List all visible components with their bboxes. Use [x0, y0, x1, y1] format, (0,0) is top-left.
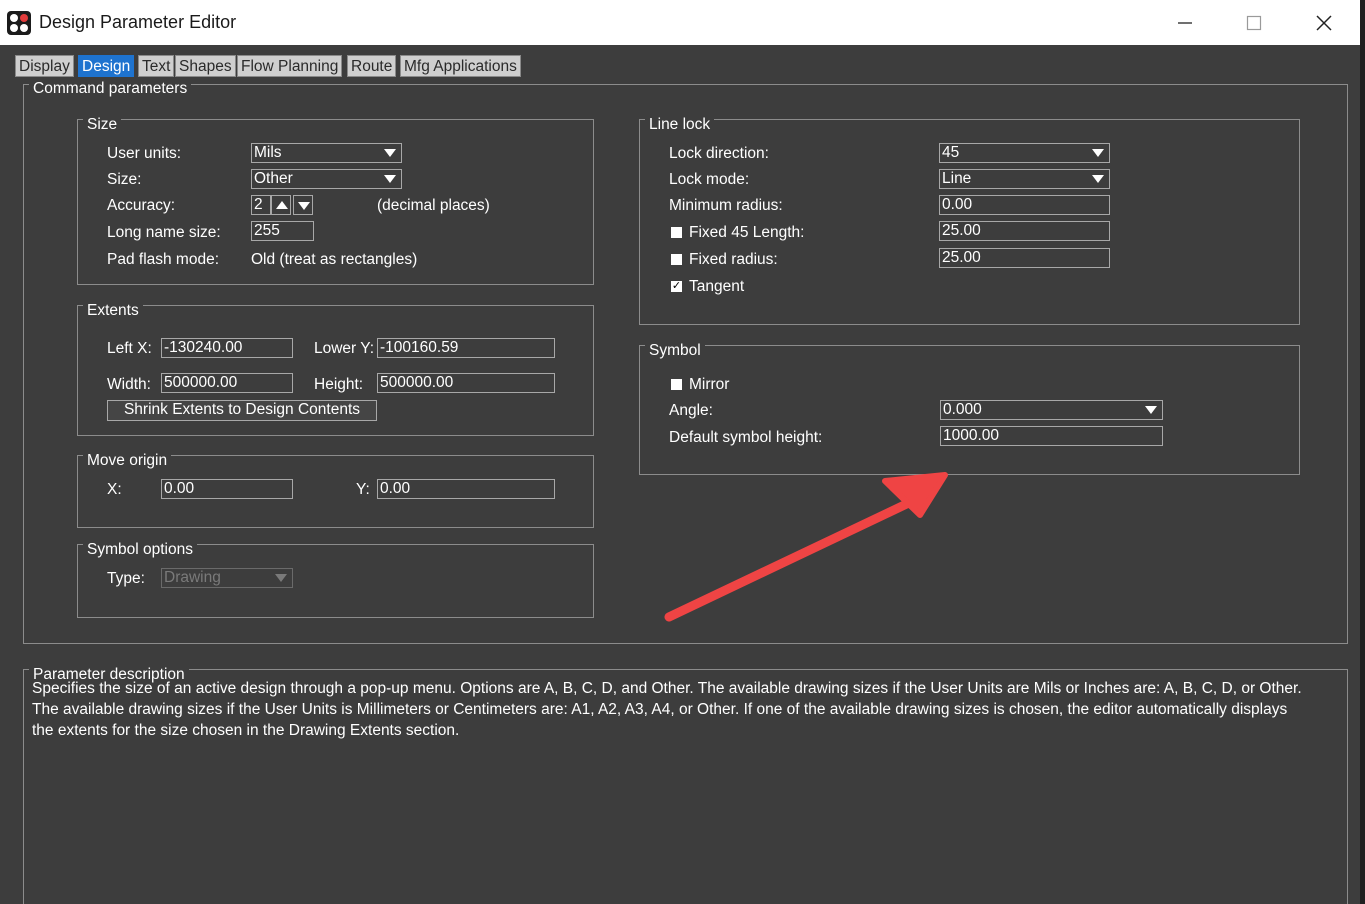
lock-direction-label: Lock direction: [669, 145, 769, 162]
origin-x-input[interactable]: 0.00 [161, 479, 293, 499]
origin-x-label: X: [107, 481, 122, 498]
size-group-label: Size [83, 116, 122, 134]
width-input[interactable]: 500000.00 [161, 373, 293, 393]
checkmark-icon: ✓ [671, 280, 682, 292]
mirror-label: Mirror [689, 376, 730, 393]
tab-display[interactable]: Display [15, 55, 74, 77]
mirror-checkbox[interactable] [671, 379, 682, 390]
origin-y-input[interactable]: 0.00 [377, 479, 555, 499]
shrink-extents-button[interactable]: Shrink Extents to Design Contents [107, 400, 377, 421]
user-units-value: Mils [254, 144, 282, 161]
lock-direction-value: 45 [942, 144, 960, 161]
chevron-down-icon [275, 574, 287, 582]
description-line: The available drawing sizes if the User … [32, 701, 1288, 718]
fixed-45-length-label: Fixed 45 Length: [689, 224, 805, 241]
maximize-button[interactable] [1219, 0, 1289, 45]
height-input[interactable]: 500000.00 [377, 373, 555, 393]
tab-flow-planning[interactable]: Flow Planning [237, 55, 343, 77]
accuracy-input[interactable]: 2 [251, 195, 271, 215]
arrow-up-icon [276, 201, 288, 209]
height-label: Height: [314, 376, 364, 393]
chevron-down-icon [1092, 175, 1104, 183]
arrow-down-icon [298, 202, 310, 210]
symbol-type-label: Type: [107, 570, 145, 587]
pad-flash-mode-value: Old (treat as rectangles) [251, 251, 418, 268]
left-x-label: Left X: [107, 340, 152, 357]
parameter-description-text: Specifies the size of an active design t… [32, 678, 1342, 741]
tab-design[interactable]: Design [78, 55, 135, 77]
symbol-type-select[interactable]: Drawing [161, 568, 293, 588]
minimum-radius-label: Minimum radius: [669, 197, 783, 214]
accuracy-decrement-button[interactable] [293, 195, 313, 215]
close-icon [1316, 14, 1332, 31]
description-line: Specifies the size of an active design t… [32, 680, 1302, 697]
chevron-down-icon [1145, 406, 1157, 414]
chevron-down-icon [384, 149, 396, 157]
fixed-45-length-checkbox[interactable] [671, 227, 682, 238]
chevron-down-icon [1092, 149, 1104, 157]
symbol-group-label: Symbol [645, 342, 705, 360]
lower-y-label: Lower Y: [314, 340, 375, 357]
annotation-arrow-icon [664, 472, 948, 622]
fixed-radius-checkbox[interactable] [671, 254, 682, 265]
default-symbol-height-label: Default symbol height: [669, 429, 823, 446]
description-line: the extents for the size chosen in the D… [32, 722, 460, 739]
fixed-45-length-input[interactable]: 25.00 [939, 221, 1110, 241]
lock-mode-value: Line [942, 170, 972, 187]
tab-text[interactable]: Text [138, 55, 175, 77]
accuracy-suffix: (decimal places) [377, 197, 490, 214]
lock-mode-select[interactable]: Line [939, 169, 1110, 189]
size-value: Other [254, 170, 293, 187]
symbol-options-group-label: Symbol options [83, 541, 197, 559]
fixed-radius-label: Fixed radius: [689, 251, 778, 268]
chevron-down-icon [384, 175, 396, 183]
long-name-size-label: Long name size: [107, 224, 221, 241]
close-button[interactable] [1289, 0, 1359, 45]
window-edge [1360, 0, 1365, 904]
default-symbol-height-input[interactable]: 1000.00 [940, 426, 1163, 446]
tangent-label: Tangent [689, 278, 745, 295]
angle-label: Angle: [669, 402, 713, 419]
tab-shapes[interactable]: Shapes [175, 55, 236, 77]
lock-direction-select[interactable]: 45 [939, 143, 1110, 163]
window-title: Design Parameter Editor [39, 12, 237, 32]
size-select[interactable]: Other [251, 169, 402, 189]
lock-mode-label: Lock mode: [669, 171, 750, 188]
size-label: Size: [107, 171, 142, 188]
app-icon [7, 11, 31, 35]
tangent-checkbox[interactable]: ✓ [671, 281, 682, 292]
move-origin-group-label: Move origin [83, 452, 172, 470]
origin-y-label: Y: [356, 481, 370, 498]
minimize-icon [1178, 21, 1192, 24]
extents-group-label: Extents [83, 302, 143, 320]
symbol-type-value: Drawing [164, 569, 221, 586]
lower-y-input[interactable]: -100160.59 [377, 338, 555, 358]
tab-route[interactable]: Route [347, 55, 397, 77]
fixed-radius-input[interactable]: 25.00 [939, 248, 1110, 268]
minimum-radius-input[interactable]: 0.00 [939, 195, 1110, 215]
maximize-icon [1246, 15, 1262, 30]
angle-value: 0.000 [943, 401, 982, 418]
user-units-label: User units: [107, 145, 182, 162]
width-label: Width: [107, 376, 151, 393]
accuracy-increment-button[interactable] [271, 195, 291, 215]
accuracy-label: Accuracy: [107, 197, 176, 214]
line-lock-group-label: Line lock [645, 116, 715, 134]
left-x-input[interactable]: -130240.00 [161, 338, 293, 358]
minimize-button[interactable] [1150, 0, 1220, 45]
command-parameters-label: Command parameters [29, 80, 192, 98]
tab-mfg-applications[interactable]: Mfg Applications [400, 55, 521, 77]
title-bar: Design Parameter Editor [0, 0, 1360, 45]
user-units-select[interactable]: Mils [251, 143, 402, 163]
angle-select[interactable]: 0.000 [940, 400, 1163, 420]
pad-flash-mode-label: Pad flash mode: [107, 251, 220, 268]
long-name-size-input[interactable]: 255 [251, 221, 314, 241]
